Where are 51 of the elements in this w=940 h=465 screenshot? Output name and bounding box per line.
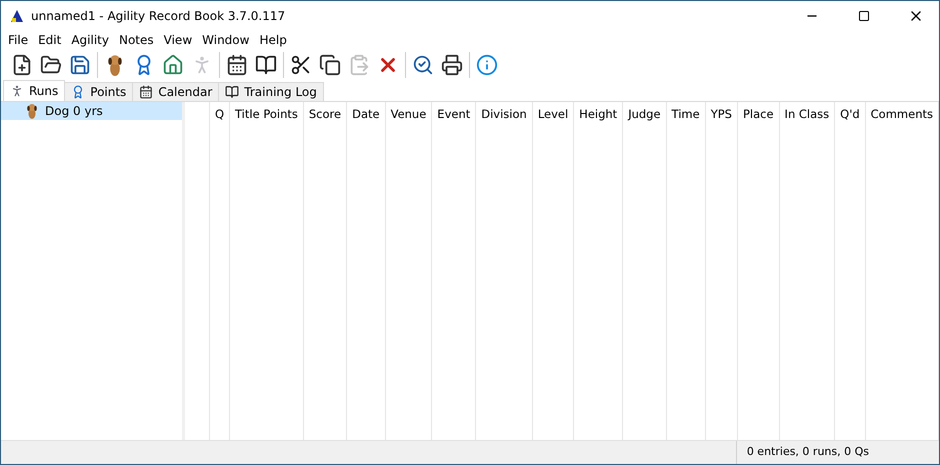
column-header[interactable]: Date (347, 102, 385, 126)
menu-item[interactable]: Notes (114, 33, 159, 47)
toolbar-button[interactable] (317, 52, 343, 78)
tab[interactable]: Training Log (218, 82, 324, 101)
column-header[interactable]: Judge (623, 102, 666, 126)
column-header[interactable]: Q'd (835, 102, 865, 126)
print-preview-icon (412, 54, 434, 76)
dog-icon (25, 103, 39, 119)
copy-icon (319, 54, 341, 76)
window-title: unnamed1 - Agility Record Book 3.7.0.117 (31, 8, 286, 22)
column-header[interactable]: Division (476, 102, 532, 126)
menu-item[interactable]: Help (254, 33, 292, 47)
column-header[interactable]: YPS (706, 102, 737, 126)
menu-item[interactable]: File (3, 33, 34, 47)
column-header[interactable]: Time (666, 102, 705, 126)
column-header[interactable]: Place (738, 102, 779, 126)
column-header[interactable]: Height (574, 102, 622, 126)
menu-item[interactable]: Window (197, 33, 254, 47)
menu-item[interactable]: Edit (33, 33, 66, 47)
column-header[interactable]: Q (210, 102, 230, 126)
paste-icon (348, 54, 370, 76)
column-header[interactable]: Level (532, 102, 574, 126)
column-header[interactable]: Title Points (230, 102, 303, 126)
menu-item[interactable]: Agility (66, 33, 114, 47)
app-logo-icon (9, 8, 25, 24)
book-icon (225, 85, 240, 99)
toolbar-button[interactable] (439, 52, 465, 78)
house-icon (162, 54, 184, 76)
new-file-icon (11, 54, 33, 76)
book-icon (255, 54, 277, 76)
tree-item-label: Dog 0 yrs (45, 104, 103, 118)
calendar-icon (139, 85, 154, 99)
column-header[interactable]: Event (432, 102, 476, 126)
open-folder-icon (40, 54, 62, 76)
info-icon (476, 54, 498, 76)
column-header[interactable]: Venue (386, 102, 432, 126)
menu-item[interactable]: View (158, 33, 198, 47)
tab[interactable]: Runs (3, 80, 66, 101)
column-header[interactable]: In Class (780, 102, 834, 126)
tab[interactable]: Calendar (132, 82, 220, 101)
column-header[interactable]: Score (304, 102, 346, 126)
print-icon (441, 54, 463, 76)
save-icon (69, 54, 91, 76)
figure-icon (10, 84, 24, 98)
cut-icon (290, 54, 312, 76)
column-header[interactable]: Comments (866, 102, 938, 126)
status-text: 0 entries, 0 runs, 0 Qs (736, 441, 879, 464)
calendar-icon (226, 54, 248, 76)
tree-item[interactable]: Dog 0 yrs (1, 102, 182, 120)
maximize-icon[interactable] (858, 10, 870, 22)
tab[interactable]: Points (64, 82, 134, 101)
